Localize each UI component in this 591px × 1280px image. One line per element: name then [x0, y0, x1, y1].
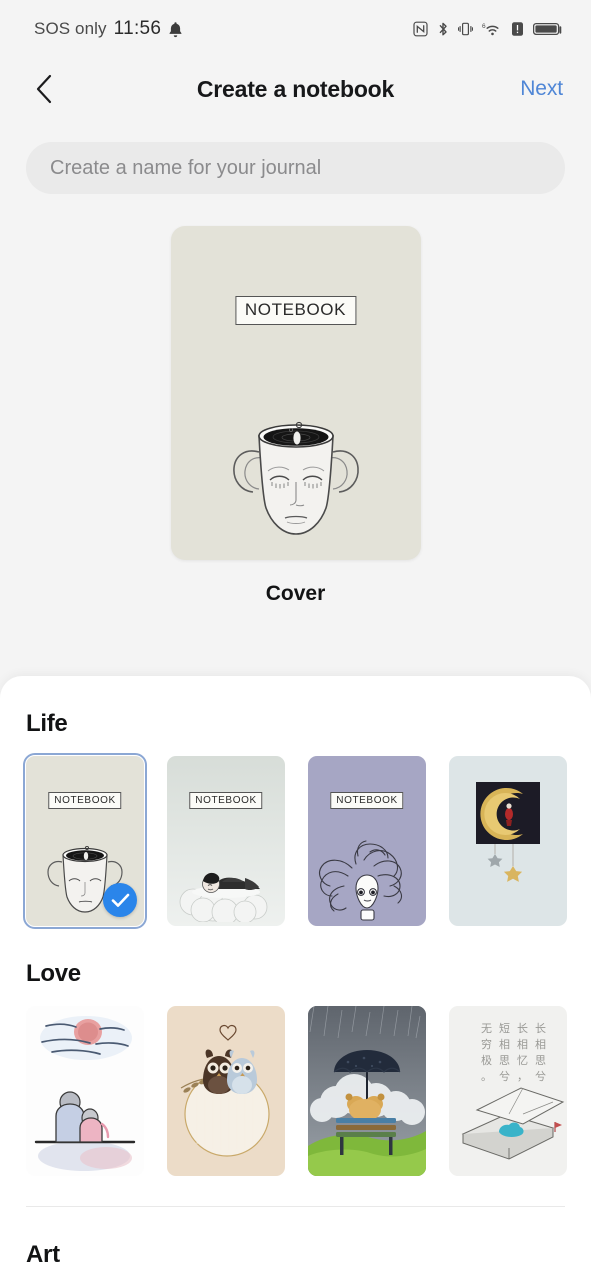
- bell-icon: [168, 21, 183, 38]
- svg-text:相: 相: [535, 1038, 546, 1051]
- svg-text:思: 思: [535, 1054, 546, 1067]
- svg-text:极: 极: [481, 1053, 492, 1067]
- section-title-life: Life: [26, 710, 68, 737]
- cover-thumb-life-2[interactable]: NOTEBOOK: [167, 756, 285, 926]
- cover-row-love[interactable]: 长相思兮 长相忆， 短相思兮 无穷极。: [26, 1006, 591, 1176]
- svg-text:兮: 兮: [535, 1069, 546, 1083]
- svg-text:相: 相: [517, 1038, 528, 1051]
- section-title-art: Art: [26, 1241, 60, 1268]
- sleeping-on-clouds-illustration: [167, 836, 285, 922]
- clock-label: 11:56: [113, 18, 162, 39]
- two-owls-heart-illustration: [167, 1006, 285, 1176]
- journal-name-input[interactable]: [26, 142, 565, 194]
- nfc-icon: [413, 21, 428, 37]
- section-title-love: Love: [26, 960, 81, 987]
- app-screen: SOS only 11:56 6 Create a notebook Next …: [0, 0, 591, 1280]
- next-button[interactable]: Next: [520, 77, 563, 101]
- cover-notebook-label: NOTEBOOK: [48, 792, 122, 809]
- cover-picker-sheet: Life NOTEBOOK NOTEBOOK NOTEBOOK Love 长 相…: [0, 676, 591, 1280]
- svg-text:。: 。: [481, 1071, 492, 1083]
- status-bar-left: SOS only 11:56: [34, 18, 183, 40]
- svg-text:兮: 兮: [499, 1069, 510, 1083]
- svg-text:，: ，: [517, 1071, 528, 1083]
- back-button[interactable]: [22, 67, 66, 111]
- cover-thumb-love-3[interactable]: [308, 1006, 426, 1176]
- page-title: Create a notebook: [196, 75, 395, 102]
- svg-text:短: 短: [499, 1021, 510, 1035]
- cover-thumb-love-4[interactable]: 长相思兮 长相忆， 短相思兮 无穷极。: [449, 1006, 567, 1176]
- page-header: Create a notebook Next: [0, 58, 591, 120]
- alert-icon: [511, 21, 524, 37]
- cover-row-life[interactable]: NOTEBOOK NOTEBOOK NOTEBOOK: [23, 753, 591, 929]
- svg-text:穷: 穷: [481, 1037, 492, 1051]
- svg-text:相: 相: [499, 1038, 510, 1051]
- bluetooth-icon: [437, 21, 449, 38]
- svg-text:长: 长: [517, 1022, 528, 1035]
- vibrate-icon: [458, 21, 473, 37]
- check-icon: [111, 893, 130, 908]
- section-love: Love 长 相 思 兮 长 相 忆 ， 短 相 思 兮 无 穷 极 。: [0, 926, 591, 1176]
- cover-notebook-label: NOTEBOOK: [330, 792, 404, 809]
- battery-icon: [533, 21, 563, 37]
- section-art: Art: [0, 1207, 591, 1280]
- couple-at-sunset-watercolor: [26, 1006, 144, 1176]
- svg-text:思: 思: [499, 1054, 510, 1067]
- cover-notebook-label: NOTEBOOK: [189, 792, 263, 809]
- crescent-moon-illustration: [449, 774, 567, 904]
- cover-notebook-label: NOTEBOOK: [234, 296, 357, 325]
- cover-preview-area: NOTEBOOK Cover: [0, 194, 591, 606]
- svg-text:忆: 忆: [517, 1054, 528, 1067]
- cover-caption-label: Cover: [265, 582, 326, 605]
- teddy-bear-umbrella-bench: [308, 1006, 426, 1176]
- selected-check-badge: [103, 883, 137, 917]
- cover-thumb-life-1[interactable]: NOTEBOOK: [23, 753, 147, 929]
- svg-text:6: 6: [482, 23, 486, 30]
- cover-thumb-love-1[interactable]: [26, 1006, 144, 1176]
- name-field-container: [0, 120, 591, 194]
- cover-thumb-life-4[interactable]: [449, 756, 567, 926]
- selected-cover-preview[interactable]: NOTEBOOK: [170, 226, 421, 560]
- carrier-label: SOS only: [34, 19, 107, 38]
- wifi-6-icon: 6: [482, 21, 502, 38]
- cover-thumb-life-3[interactable]: NOTEBOOK: [308, 756, 426, 926]
- open-box-calligraphy: 长相思兮 长相忆， 短相思兮 无穷极。: [449, 1006, 567, 1176]
- face-cup-illustration: [171, 394, 421, 544]
- svg-text:长: 长: [535, 1022, 546, 1035]
- wild-hair-girl-illustration: [308, 836, 426, 922]
- section-life: Life NOTEBOOK NOTEBOOK NOTEBOOK: [0, 676, 591, 929]
- cover-thumb-love-2[interactable]: [167, 1006, 285, 1176]
- svg-text:无: 无: [481, 1023, 492, 1035]
- chevron-left-icon: [34, 73, 54, 105]
- status-bar: SOS only 11:56 6: [0, 0, 591, 58]
- status-bar-right: 6: [413, 21, 563, 38]
